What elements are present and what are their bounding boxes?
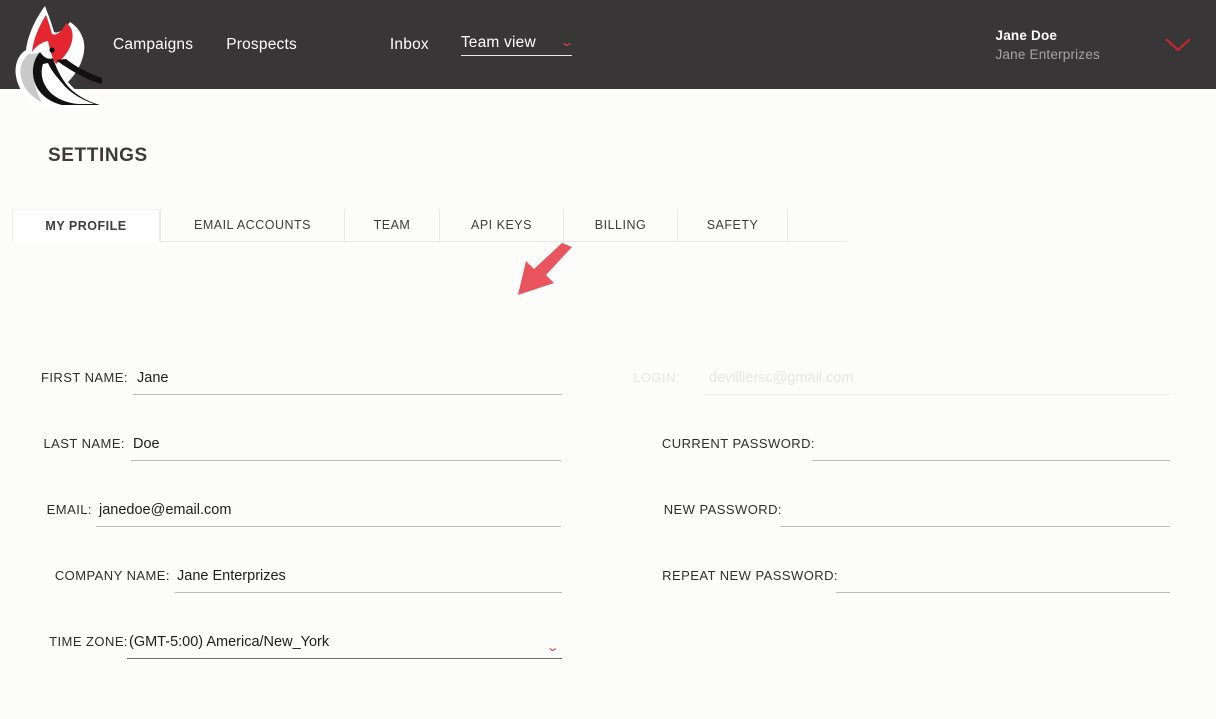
account-user-name: Jane Doe — [995, 27, 1058, 43]
settings-tabs: MY PROFILE EMAIL ACCOUNTS TEAM API KEYS … — [12, 209, 847, 242]
field-company-name[interactable]: COMPANY NAME: Jane Enterprizes — [0, 527, 600, 593]
repeat-new-password-label: REPEAT NEW PASSWORD: — [662, 568, 838, 583]
page-title: SETTINGS — [48, 145, 148, 166]
repeat-new-password-underline — [836, 592, 1170, 593]
settings-page: SETTINGS MY PROFILE EMAIL ACCOUNTS TEAM … — [0, 89, 1216, 719]
nav-team-view-label: Team view — [460, 33, 536, 51]
tab-team[interactable]: TEAM — [344, 209, 439, 242]
top-navigation-bar: Campaigns Prospects Inbox Team view ⌄ Ja… — [0, 0, 1216, 89]
last-name-input[interactable]: Doe — [133, 436, 160, 452]
time-zone-underline — [127, 658, 562, 659]
chevron-down-icon[interactable]: ⌄ — [546, 643, 560, 654]
field-email[interactable]: EMAIL: janedoe@email.com — [0, 461, 600, 527]
current-password-label: CURRENT PASSWORD: — [661, 436, 815, 451]
company-name-input[interactable]: Jane Enterprizes — [177, 568, 286, 584]
login-label: LOGIN: — [633, 370, 680, 385]
company-name-label: COMPANY NAME: — [54, 568, 170, 583]
field-repeat-new-password[interactable]: REPEAT NEW PASSWORD: — [610, 527, 1210, 593]
chevron-down-icon — [1165, 37, 1191, 51]
woodpecker-logo-icon[interactable] — [6, 2, 103, 112]
annotation-arrow-icon — [508, 241, 578, 303]
profile-column-right: LOGIN: devilliersc@gmail.com CURRENT PAS… — [610, 329, 1210, 593]
email-input[interactable]: janedoe@email.com — [99, 502, 231, 518]
tab-api-keys[interactable]: API KEYS — [439, 209, 563, 242]
tab-my-profile[interactable]: MY PROFILE — [12, 209, 160, 242]
field-time-zone[interactable]: TIME ZONE: (GMT-5:00) America/New_York ⌄ — [0, 593, 600, 659]
field-current-password[interactable]: CURRENT PASSWORD: — [610, 395, 1210, 461]
field-first-name[interactable]: FIRST NAME: Jane — [0, 329, 600, 395]
field-new-password[interactable]: NEW PASSWORD: — [610, 461, 1210, 527]
main-nav: Campaigns Prospects Inbox Team view ⌄ — [113, 0, 575, 89]
profile-column-left: FIRST NAME: Jane LAST NAME: Doe EMAIL: j… — [0, 329, 600, 659]
chevron-down-icon: ⌄ — [559, 34, 575, 49]
time-zone-select[interactable]: (GMT-5:00) America/New_York — [129, 634, 329, 650]
tab-safety[interactable]: SAFETY — [677, 209, 787, 242]
account-info[interactable]: Jane Doe Jane Enterprizes — [995, 0, 1100, 89]
first-name-label: FIRST NAME: — [40, 370, 128, 385]
field-last-name[interactable]: LAST NAME: Doe — [0, 395, 600, 461]
first-name-input[interactable]: Jane — [137, 370, 168, 386]
app-root: Campaigns Prospects Inbox Team view ⌄ Ja… — [0, 0, 1216, 719]
last-name-label: LAST NAME: — [43, 436, 125, 451]
field-login: LOGIN: devilliersc@gmail.com — [610, 329, 1210, 395]
tab-email-accounts[interactable]: EMAIL ACCOUNTS — [160, 209, 344, 242]
account-company-name: Jane Enterprizes — [995, 46, 1100, 62]
tabs-trailing-edge — [787, 209, 847, 242]
account-menu-toggle[interactable] — [1158, 0, 1198, 89]
nav-inbox[interactable]: Inbox — [390, 36, 429, 54]
nav-campaigns[interactable]: Campaigns — [113, 36, 193, 54]
email-label: EMAIL: — [46, 502, 92, 517]
login-value: devilliersc@gmail.com — [709, 370, 854, 386]
time-zone-label: TIME ZONE: — [49, 634, 128, 649]
nav-prospects[interactable]: Prospects — [226, 36, 297, 54]
nav-team-view[interactable]: Team view ⌄ — [460, 33, 575, 56]
tab-billing[interactable]: BILLING — [563, 209, 677, 242]
new-password-label: NEW PASSWORD: — [663, 502, 782, 517]
